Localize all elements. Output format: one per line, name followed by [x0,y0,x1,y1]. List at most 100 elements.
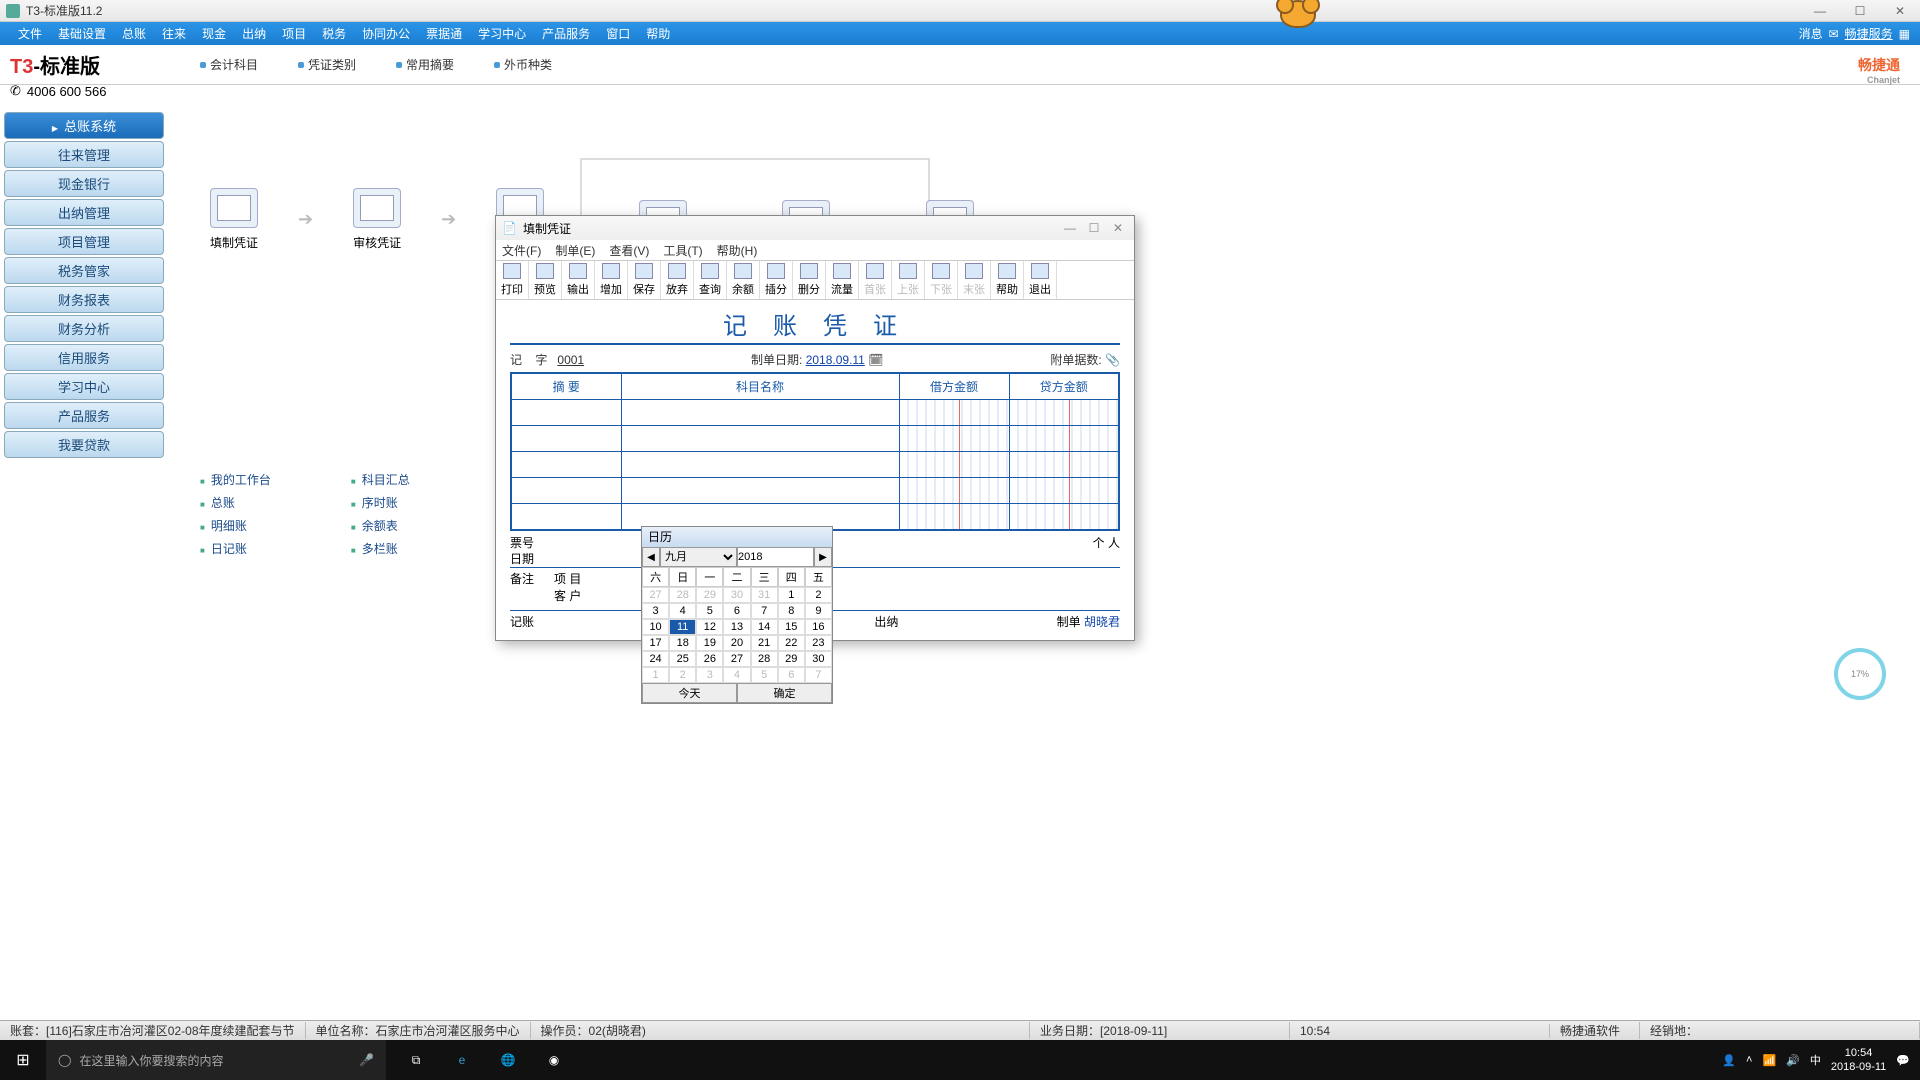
vcell[interactable] [511,504,621,530]
cal-day-5[interactable]: 5 [751,667,778,683]
cal-day-15[interactable]: 15 [778,619,805,635]
cal-day-30[interactable]: 30 [723,587,750,603]
dialog-titlebar[interactable]: 📄 填制凭证 — ☐ ✕ [496,216,1134,240]
cal-day-12[interactable]: 12 [696,619,723,635]
cal-day-2[interactable]: 2 [805,587,832,603]
dlg-menu-工具(T)[interactable]: 工具(T) [663,242,702,259]
edge-icon[interactable]: e [440,1040,484,1080]
tbtn-保存[interactable]: 保存 [628,261,661,299]
vcell[interactable] [511,426,621,452]
app-taskbar-icon[interactable]: 🌐 [486,1040,530,1080]
tbtn-余额[interactable]: 余额 [727,261,760,299]
cal-day-29[interactable]: 29 [696,587,723,603]
cal-day-31[interactable]: 31 [751,587,778,603]
sidebar-往来管理[interactable]: 往来管理 [4,141,164,168]
vcell[interactable] [899,426,1009,452]
cal-day-1[interactable]: 1 [778,587,805,603]
link-我的工作台[interactable]: 我的工作台 [200,468,271,491]
dlg-menu-查看(V)[interactable]: 查看(V) [609,242,649,259]
cal-day-28[interactable]: 28 [751,651,778,667]
vcell[interactable] [621,478,899,504]
tray-wifi-icon[interactable]: 📶 [1762,1054,1776,1067]
menu-学习中心[interactable]: 学习中心 [470,25,534,42]
menu-往来[interactable]: 往来 [154,25,194,42]
maximize-button[interactable]: ☐ [1840,4,1880,18]
voucher-attach-icon[interactable]: 📎 [1105,353,1120,367]
tray-ime-icon[interactable]: 中 [1810,1052,1821,1068]
menu-协同办公[interactable]: 协同办公 [354,25,418,42]
tbtn-流量[interactable]: 流量 [826,261,859,299]
cal-day-4[interactable]: 4 [723,667,750,683]
taskbar-clock[interactable]: 10:54 2018-09-11 [1831,1046,1886,1074]
cal-year-input[interactable] [737,547,814,567]
cal-day-13[interactable]: 13 [723,619,750,635]
sidebar-财务分析[interactable]: 财务分析 [4,315,164,342]
messages-link[interactable]: 消息 [1799,25,1823,42]
cal-day-3[interactable]: 3 [696,667,723,683]
cal-day-29[interactable]: 29 [778,651,805,667]
cal-day-14[interactable]: 14 [751,619,778,635]
tbtn-查询[interactable]: 查询 [694,261,727,299]
cal-day-7[interactable]: 7 [805,667,832,683]
sidebar-项目管理[interactable]: 项目管理 [4,228,164,255]
subtoolbar-凭证类别[interactable]: 凭证类别 [298,56,356,73]
vcell[interactable] [1009,504,1119,530]
menu-税务[interactable]: 税务 [314,25,354,42]
sidebar-出纳管理[interactable]: 出纳管理 [4,199,164,226]
link-总账[interactable]: 总账 [200,491,271,514]
cal-today-button[interactable]: 今天 [642,683,737,703]
cal-day-19[interactable]: 19 [696,635,723,651]
menu-文件[interactable]: 文件 [10,25,50,42]
cal-month-select[interactable]: 九月 [660,547,737,567]
vcell[interactable] [621,400,899,426]
menu-帮助[interactable]: 帮助 [638,25,678,42]
subtoolbar-常用摘要[interactable]: 常用摘要 [396,56,454,73]
link-序时账[interactable]: 序时账 [351,491,410,514]
cal-day-2[interactable]: 2 [669,667,696,683]
vcell[interactable] [1009,452,1119,478]
subtoolbar-外币种类[interactable]: 外币种类 [494,56,552,73]
sidebar-我要贷款[interactable]: 我要贷款 [4,431,164,458]
menu-现金[interactable]: 现金 [194,25,234,42]
dialog-maximize[interactable]: ☐ [1084,221,1104,235]
vcell[interactable] [511,452,621,478]
cal-day-7[interactable]: 7 [751,603,778,619]
cal-day-5[interactable]: 5 [696,603,723,619]
dialog-minimize[interactable]: — [1060,221,1080,235]
cal-day-20[interactable]: 20 [723,635,750,651]
cal-ok-button[interactable]: 确定 [737,683,832,703]
sidebar-税务管家[interactable]: 税务管家 [4,257,164,284]
tray-volume-icon[interactable]: 🔊 [1786,1054,1800,1067]
cal-day-8[interactable]: 8 [778,603,805,619]
flow-填制凭证[interactable]: 填制凭证 [210,188,258,251]
tbtn-插分[interactable]: 插分 [760,261,793,299]
cal-day-11[interactable]: 11 [669,619,696,635]
sidebar-学习中心[interactable]: 学习中心 [4,373,164,400]
task-view-icon[interactable]: ⧉ [394,1040,438,1080]
sidebar-财务报表[interactable]: 财务报表 [4,286,164,313]
menu-票据通[interactable]: 票据通 [418,25,470,42]
start-button[interactable]: ⊞ [0,1040,46,1080]
tbtn-退出[interactable]: 退出 [1024,261,1057,299]
link-日记账[interactable]: 日记账 [200,537,271,560]
vcell[interactable] [511,478,621,504]
cal-day-28[interactable]: 28 [669,587,696,603]
cal-day-1[interactable]: 1 [642,667,669,683]
link-多栏账[interactable]: 多栏账 [351,537,410,560]
tbtn-放弃[interactable]: 放弃 [661,261,694,299]
tray-notifications-icon[interactable]: 💬 [1896,1054,1910,1067]
menu-基础设置[interactable]: 基础设置 [50,25,114,42]
cal-day-22[interactable]: 22 [778,635,805,651]
cal-day-23[interactable]: 23 [805,635,832,651]
calendar-icon[interactable]: 🗓 [868,353,883,367]
dlg-menu-制单(E)[interactable]: 制单(E) [555,242,595,259]
tbtn-删分[interactable]: 删分 [793,261,826,299]
cal-day-3[interactable]: 3 [642,603,669,619]
menu-总账[interactable]: 总账 [114,25,154,42]
service-link[interactable]: 畅捷服务 [1845,25,1893,42]
mic-icon[interactable]: 🎤 [359,1053,374,1067]
voucher-number[interactable]: 0001 [557,353,584,367]
cal-day-6[interactable]: 6 [723,603,750,619]
sidebar-现金银行[interactable]: 现金银行 [4,170,164,197]
cal-day-27[interactable]: 27 [642,587,669,603]
